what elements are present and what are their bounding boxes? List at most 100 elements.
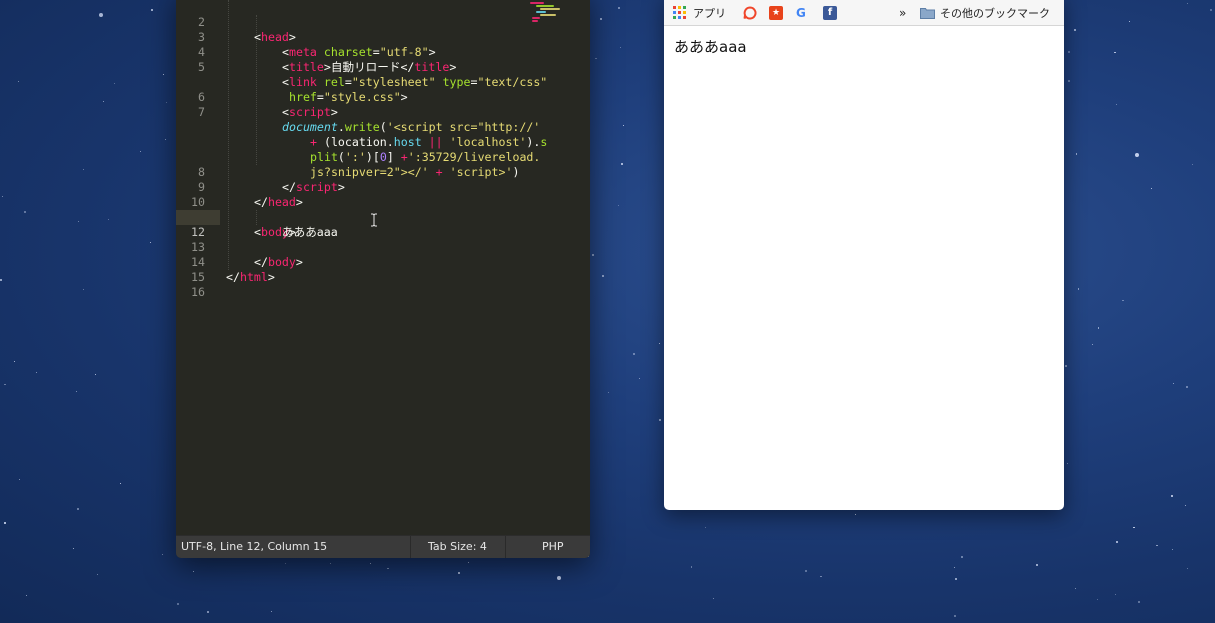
star (26, 594, 28, 597)
code-line: 9 </head> (176, 165, 590, 209)
code-line: 5 <link rel="stylesheet" type="text/css" (176, 45, 590, 89)
code-line: plit(':')[0] +':35729/livereload. (310, 150, 541, 164)
star (120, 482, 122, 485)
star (17, 80, 19, 82)
star (658, 343, 661, 345)
syntax-button[interactable]: PHP (542, 536, 564, 558)
star (1186, 3, 1188, 5)
star (3, 521, 6, 524)
star (150, 9, 153, 12)
star (150, 241, 152, 244)
bookmark-2[interactable]: ★ (769, 0, 783, 25)
star (713, 598, 715, 600)
bookmark-star-icon: ★ (769, 5, 783, 20)
apps-grid-icon (673, 6, 686, 19)
star (1122, 300, 1124, 302)
star (113, 82, 116, 85)
folder-icon (920, 7, 935, 19)
bookmarks-bar: アプリ ★ G f » その他のブックマーク (664, 0, 1064, 26)
star (1170, 495, 1173, 498)
line-number: 16 (191, 285, 205, 299)
code-line: 8 </script> (176, 150, 590, 194)
star (599, 18, 602, 21)
star (1075, 153, 1077, 155)
star (270, 610, 272, 612)
code-line: 4 <title>自動リロード</title> (176, 30, 590, 74)
star (176, 602, 179, 605)
star (618, 7, 621, 10)
star (955, 577, 958, 580)
code-line: 11 <body> (176, 195, 590, 239)
star (164, 138, 167, 140)
text-cursor-icon (371, 213, 377, 227)
apps-bookmark[interactable]: アプリ (673, 0, 726, 25)
star (1150, 188, 1152, 190)
star (620, 47, 622, 49)
code-line: 2 <head> (176, 0, 590, 44)
star (1092, 343, 1094, 345)
star (1185, 386, 1188, 389)
star (690, 566, 693, 568)
star (607, 392, 609, 394)
star (35, 372, 37, 374)
more-bookmarks-button[interactable]: » (899, 0, 906, 25)
facebook-icon: f (823, 5, 837, 20)
star (854, 514, 857, 516)
star (1114, 51, 1116, 54)
star (76, 390, 78, 393)
star (1135, 153, 1140, 158)
code-line: 15 (176, 255, 590, 284)
star (1036, 563, 1039, 566)
star (620, 162, 623, 165)
code-area[interactable]: <html> 2 <head> 3 <meta charset="utf-8">… (176, 0, 590, 542)
star (23, 210, 26, 213)
tab-size-button[interactable]: Tab Size: 4 (428, 536, 487, 558)
star (1184, 504, 1186, 507)
star (285, 562, 287, 565)
code-editor-window[interactable]: <html> 2 <head> 3 <meta charset="utf-8">… (176, 0, 590, 558)
browser-window[interactable]: アプリ ★ G f » その他のブックマーク あああaaa (664, 0, 1064, 510)
star (82, 288, 85, 290)
star (82, 168, 84, 171)
star (704, 526, 706, 528)
star (162, 553, 164, 555)
page-content: あああaaa (674, 38, 747, 56)
star (1067, 51, 1070, 54)
star (1116, 540, 1119, 543)
star (457, 571, 460, 574)
bookmark-facebook[interactable]: f (823, 0, 837, 25)
star (1172, 549, 1174, 551)
star (95, 373, 97, 376)
code-line: あああaaa (220, 210, 590, 239)
star (954, 567, 956, 569)
star (1114, 593, 1116, 595)
star (0, 279, 3, 282)
apps-label: アプリ (693, 6, 726, 20)
star (387, 567, 389, 569)
star (103, 101, 105, 103)
star (76, 508, 79, 511)
other-bookmarks-label: その他のブックマーク (940, 6, 1050, 20)
star (13, 361, 16, 363)
star (1074, 587, 1077, 589)
code-line: 7 document.write('<script src="http://' (176, 90, 590, 134)
star (1067, 80, 1070, 83)
bookmark-1[interactable] (743, 0, 757, 25)
star (139, 151, 142, 153)
star (77, 220, 79, 222)
other-bookmarks-folder[interactable]: その他のブックマーク (920, 0, 1050, 25)
code-line: js?snipver=2"></' + 'script>') (310, 165, 520, 179)
star (623, 124, 625, 126)
star (1065, 365, 1068, 368)
google-icon: G (796, 5, 806, 20)
bookmark-google[interactable]: G (796, 0, 806, 25)
star (19, 478, 21, 480)
star (1173, 382, 1175, 385)
star (804, 569, 807, 572)
status-bar: UTF-8, Line 12, Column 15 Tab Size: 4 PH… (176, 535, 590, 558)
star (1156, 544, 1158, 547)
star (602, 274, 605, 277)
chat-bubble-icon (743, 5, 757, 19)
star (4, 384, 6, 386)
star (108, 218, 110, 220)
